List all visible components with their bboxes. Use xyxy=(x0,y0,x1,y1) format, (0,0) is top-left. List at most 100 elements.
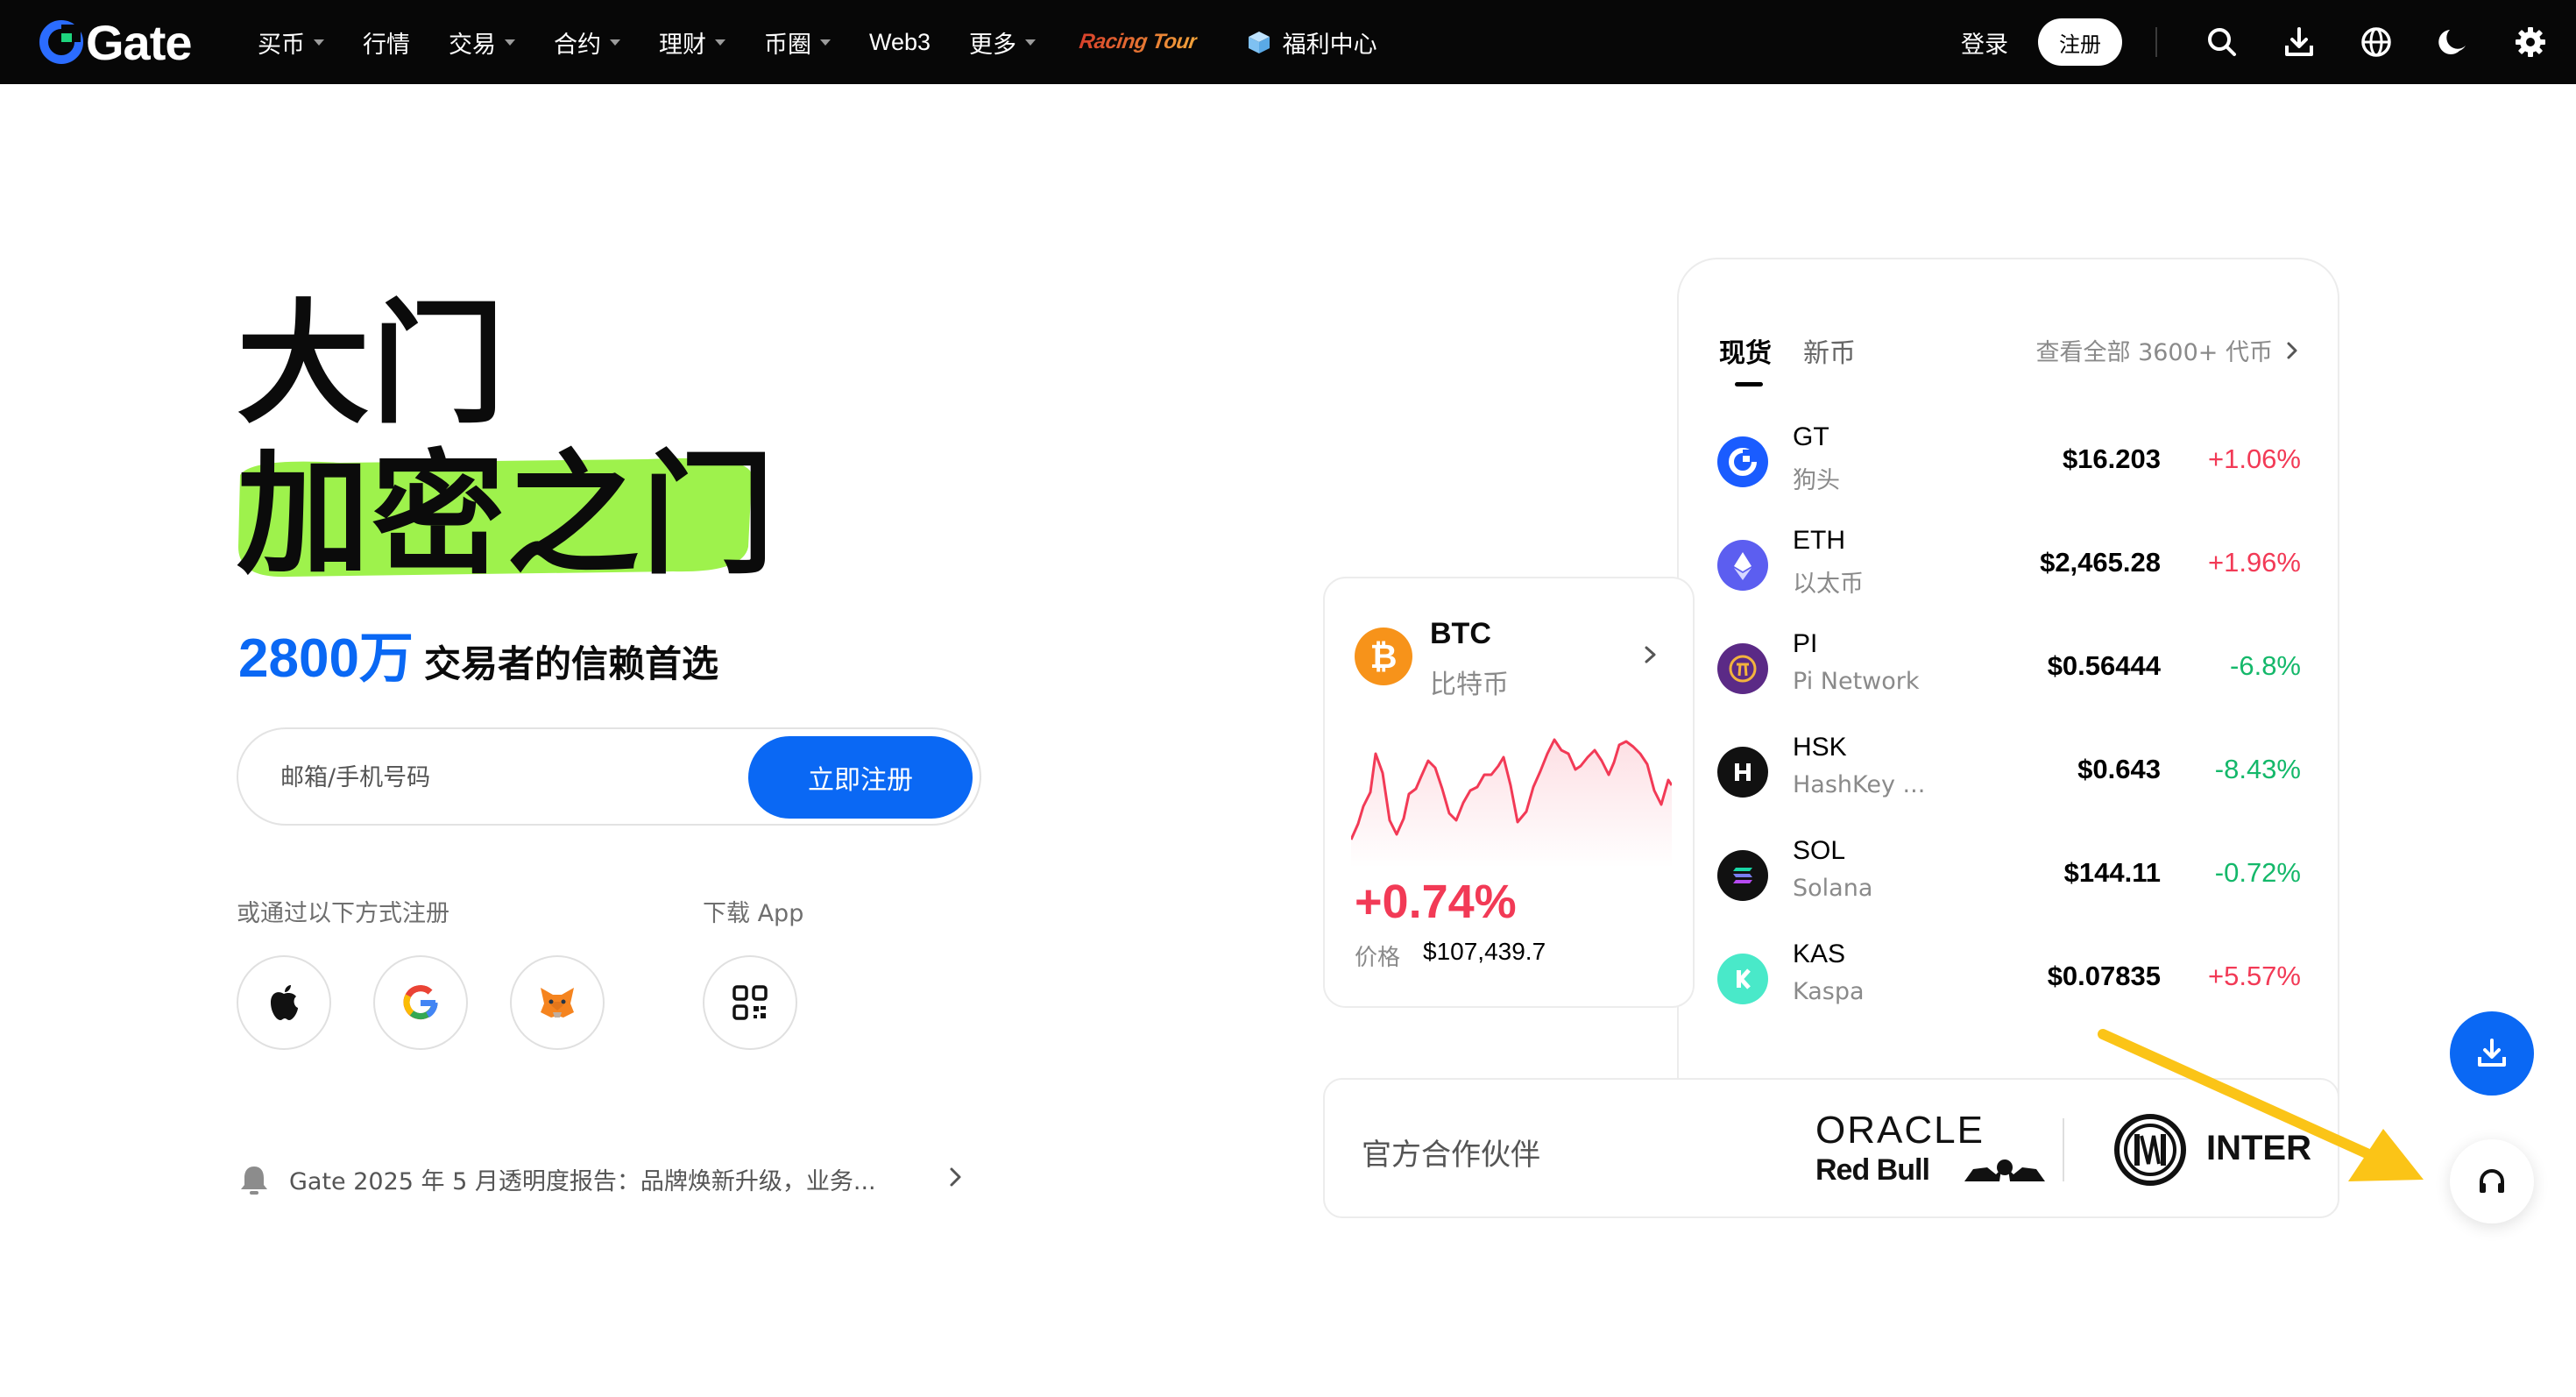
view-all-tokens-link[interactable]: 查看全部 3600+ 代币 xyxy=(2035,333,2299,367)
nav-divider xyxy=(2155,27,2157,57)
floating-download-button[interactable] xyxy=(2450,1011,2534,1096)
coin-row-pi[interactable]: PI Pi Network $0.56444 -6.8% xyxy=(1717,622,2301,726)
email-phone-input[interactable] xyxy=(280,755,736,799)
coin-change: -0.72% xyxy=(2214,857,2301,888)
gate-logo-icon xyxy=(39,20,83,64)
google-icon xyxy=(403,985,438,1020)
nav-item-label: 币圈 xyxy=(764,31,811,59)
btc-coin-icon: ₿ xyxy=(1355,628,1412,685)
partners-divider xyxy=(2063,1118,2064,1181)
eth-coin-icon xyxy=(1717,540,1768,591)
nav-item-label: 行情 xyxy=(363,31,410,59)
nav-item-markets[interactable]: 行情 xyxy=(363,25,410,60)
nav-item-web3[interactable]: Web3 xyxy=(869,29,931,56)
racing-tour-link[interactable]: Racing Tour xyxy=(1078,30,1198,54)
btc-change: +0.74% xyxy=(1355,876,1517,928)
coin-change: +1.96% xyxy=(2207,547,2301,578)
download-button[interactable] xyxy=(2261,0,2338,84)
coin-row-sol[interactable]: SOL Solana $144.11 -0.72% xyxy=(1717,829,2301,933)
top-nav: Gate 买币 行情 交易 合约 理财 币圈 Web3 更多 Racing To… xyxy=(0,0,2576,84)
settings-button[interactable] xyxy=(2492,0,2569,84)
coin-change: -6.8% xyxy=(2230,650,2301,681)
signup-button[interactable]: 注册 xyxy=(2038,18,2122,66)
metamask-icon xyxy=(541,988,574,1018)
gate-logo[interactable]: Gate xyxy=(39,14,192,70)
hero-title-line1: 大门 xyxy=(237,287,506,442)
nav-item-buy-crypto[interactable]: 买币 xyxy=(258,25,324,60)
qr-code-icon xyxy=(732,985,768,1020)
gift-box-icon xyxy=(1248,32,1270,53)
announcement-text: Gate 2025 年 5 月透明度报告：品牌焕新升级，业务... xyxy=(289,1168,876,1195)
hero-title-line2: 加密之门 xyxy=(237,437,776,592)
logo-text: Gate xyxy=(86,14,192,70)
tab-spot[interactable]: 现货 xyxy=(1719,331,1772,370)
search-button[interactable] xyxy=(2183,0,2261,84)
nav-item-label: 买币 xyxy=(258,31,305,59)
register-now-button[interactable]: 立即注册 xyxy=(748,736,973,819)
theme-toggle-button[interactable] xyxy=(2415,0,2492,84)
tab-new-coins[interactable]: 新币 xyxy=(1803,331,1856,370)
moon-icon xyxy=(2438,30,2466,54)
download-icon xyxy=(2478,1039,2506,1067)
coin-row-gt[interactable]: GT 狗头 $16.203 +1.06% xyxy=(1717,415,2301,519)
nav-item-label: Web3 xyxy=(869,28,931,55)
nav-item-trade[interactable]: 交易 xyxy=(449,25,515,60)
coin-name: 狗头 xyxy=(1793,467,1840,494)
coin-change: -8.43% xyxy=(2214,754,2301,784)
headset-icon xyxy=(2480,1169,2504,1193)
chevron-down-icon xyxy=(1025,39,1037,46)
language-button[interactable] xyxy=(2338,0,2415,84)
login-link[interactable]: 登录 xyxy=(1961,25,2008,60)
welfare-label: 福利中心 xyxy=(1282,31,1377,59)
chevron-right-icon xyxy=(2287,342,2297,358)
pi-coin-icon xyxy=(1717,643,1768,694)
svg-text:₿: ₿ xyxy=(1370,639,1398,676)
gear-icon xyxy=(2516,27,2545,57)
hsk-coin-icon xyxy=(1717,747,1768,798)
apple-signup-button[interactable] xyxy=(237,955,331,1050)
tab-active-indicator xyxy=(1735,382,1763,386)
globe-icon xyxy=(2361,27,2391,57)
coin-row-hsk[interactable]: HSK HashKey ... $0.643 -8.43% xyxy=(1717,726,2301,829)
chevron-right-icon xyxy=(950,1167,961,1187)
search-icon xyxy=(2208,28,2236,56)
nav-item-earn[interactable]: 理财 xyxy=(659,25,725,60)
chevron-right-icon xyxy=(1645,646,1656,663)
nav-item-more[interactable]: 更多 xyxy=(969,25,1037,60)
btc-price-card[interactable]: ₿ BTC 比特币 +0.74% 价格 $107,439.7 xyxy=(1323,577,1695,1008)
chevron-down-icon xyxy=(314,39,324,46)
download-app-qr-button[interactable] xyxy=(703,955,797,1050)
google-signup-button[interactable] xyxy=(373,955,468,1050)
coin-price: $144.11 xyxy=(2063,857,2161,888)
nav-item-futures[interactable]: 合约 xyxy=(554,25,620,60)
coin-symbol: SOL xyxy=(1793,836,1846,865)
coin-change: +1.06% xyxy=(2207,443,2301,474)
coin-price: $0.56444 xyxy=(2047,650,2161,681)
user-count: 2800万 xyxy=(238,628,414,689)
coin-name: Kaspa xyxy=(1793,978,1865,1005)
announcement-bar[interactable]: Gate 2025 年 5 月透明度报告：品牌焕新升级，业务... xyxy=(238,1162,961,1196)
hero-subtitle: 2800万 交易者的信赖首选 xyxy=(238,613,718,692)
btc-price: $107,439.7 xyxy=(1423,938,1546,965)
btc-sparkline xyxy=(1351,738,1672,868)
welfare-center-link[interactable]: 福利中心 xyxy=(1246,25,1377,60)
customer-support-button[interactable] xyxy=(2450,1139,2534,1223)
bell-icon xyxy=(241,1166,267,1195)
coin-name: HashKey ... xyxy=(1793,771,1926,798)
download-icon xyxy=(2285,27,2313,56)
coin-row-kas[interactable]: KAS Kaspa $0.07835 +5.57% xyxy=(1717,933,2301,1036)
market-card: 现货 新币 查看全部 3600+ 代币 GT 狗头 $16.203 +1.06%… xyxy=(1677,258,2339,1099)
coin-row-eth[interactable]: ETH 以太币 $2,465.28 +1.96% xyxy=(1717,519,2301,622)
redbull-bulls-icon xyxy=(1964,1159,2045,1181)
coin-symbol: PI xyxy=(1793,629,1818,658)
coin-name: Solana xyxy=(1793,875,1873,902)
coin-symbol: ETH xyxy=(1793,526,1845,555)
coin-price: $2,465.28 xyxy=(2040,547,2161,578)
coin-name: 以太币 xyxy=(1793,571,1864,598)
nav-item-square[interactable]: 币圈 xyxy=(764,25,831,60)
btc-symbol: BTC xyxy=(1430,617,1491,650)
kas-coin-icon xyxy=(1717,954,1768,1004)
nav-item-label: 合约 xyxy=(554,31,601,59)
metamask-signup-button[interactable] xyxy=(510,955,605,1050)
coin-name: Pi Network xyxy=(1793,668,1920,695)
